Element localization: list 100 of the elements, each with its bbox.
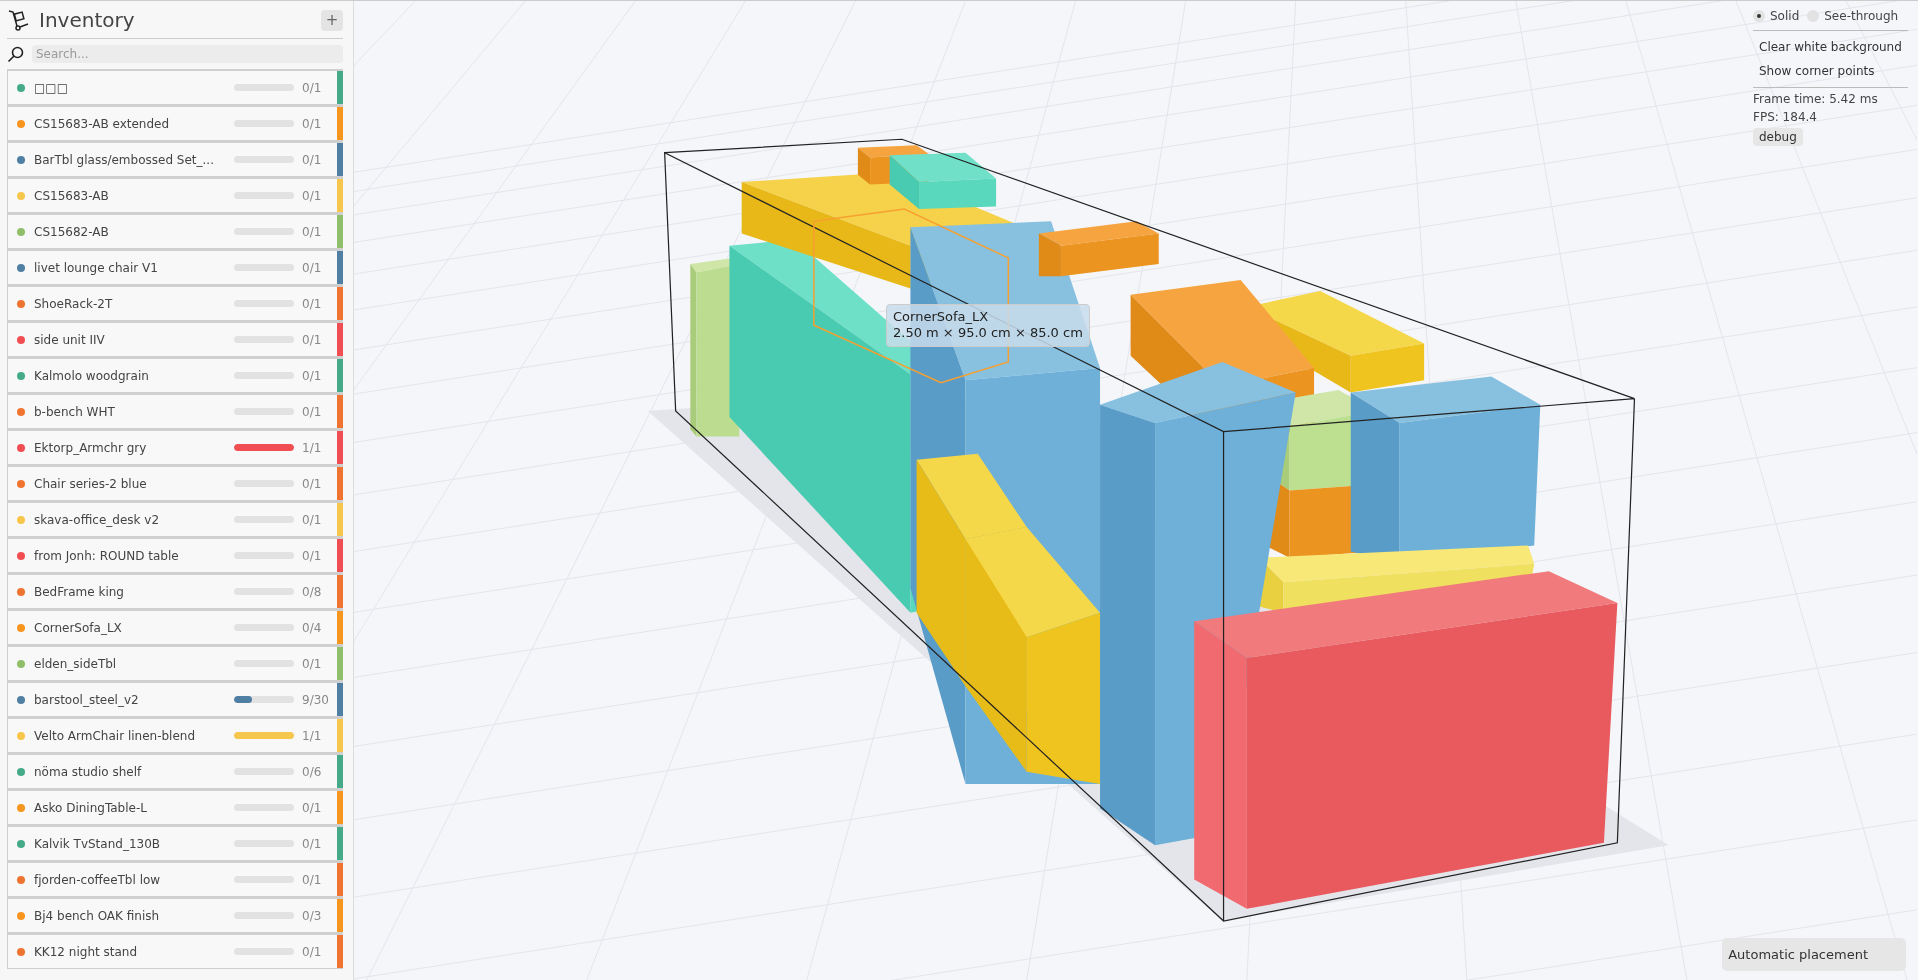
item-name: Kalmolo woodgrain [34, 368, 150, 383]
stat-text: Frame time: 5.42 ms [1753, 92, 1879, 106]
tooltip-dimensions: 2.50 m × 95.0 cm × 85.0 cm [893, 325, 1083, 342]
color-strip [337, 935, 343, 968]
inventory-item[interactable]: Asko DiningTable-L 0/1 [7, 789, 343, 825]
inventory-item[interactable]: CS15682-AB 0/1 [7, 213, 343, 249]
item-name: CornerSofa_LX [34, 620, 123, 635]
color-strip [337, 755, 343, 788]
color-strip [337, 359, 343, 392]
item-name: ShoeRack-2T [34, 296, 114, 311]
inventory-item[interactable]: Chair series-2 blue 0/1 [7, 465, 343, 501]
inventory-item[interactable]: Velto ArmChair linen-blend 1/1 [7, 717, 343, 753]
item-count: 0/1 [302, 368, 323, 383]
item-name: □□□ [34, 80, 69, 95]
inventory-item[interactable]: KK12 night stand 0/1 [7, 933, 343, 969]
view-mode-radio[interactable]: Solid [1753, 9, 1800, 23]
item-name: barstool_steel_v2 [34, 692, 140, 707]
item-name: Ektorp_Armchr gry [34, 440, 148, 455]
item-count: 1/1 [302, 728, 323, 743]
inventory-item[interactable]: BedFrame king 0/8 [7, 573, 343, 609]
color-strip [337, 539, 343, 572]
inventory-item[interactable]: ShoeRack-2T 0/1 [7, 285, 343, 321]
color-strip [337, 647, 343, 680]
inventory-item[interactable]: BarTbl glass/embossed Set_... 0/1 [7, 141, 343, 177]
item-name: Bj4 bench OAK finish [34, 908, 161, 923]
color-strip [337, 143, 343, 176]
item-name: Kalvik TvStand_130B [34, 836, 161, 851]
item-count: 0/1 [302, 548, 323, 563]
item-count: 0/1 [302, 476, 323, 491]
inventory-item[interactable]: skava-office_desk v2 0/1 [7, 501, 343, 537]
inventory-item[interactable]: livet lounge chair V1 0/1 [7, 249, 343, 285]
item-name: Velto ArmChair linen-blend [34, 728, 197, 743]
color-strip [337, 611, 343, 644]
item-name: CS15683-AB [34, 188, 110, 203]
item-count: 0/1 [302, 800, 323, 815]
add-button[interactable]: + [321, 9, 343, 31]
inventory-item[interactable]: nöma studio shelf 0/6 [7, 753, 343, 789]
color-strip [337, 179, 343, 212]
option-button[interactable]: Show corner points [1753, 60, 1881, 82]
search-icon [7, 45, 24, 63]
inventory-item[interactable]: fjorden-coffeeTbl low 0/1 [7, 861, 343, 897]
item-name: KK12 night stand [34, 944, 139, 959]
color-strip [337, 899, 343, 932]
item-count: 0/1 [302, 836, 323, 851]
color-strip [337, 215, 343, 248]
inventory-item[interactable]: CornerSofa_LX 0/4 [7, 609, 343, 645]
color-strip [337, 791, 343, 824]
item-name: b-bench WHT [34, 404, 116, 419]
color-strip [337, 467, 343, 500]
inventory-item[interactable]: Bj4 bench OAK finish 0/3 [7, 897, 343, 933]
item-count: 1/1 [302, 440, 323, 455]
inventory-item[interactable]: b-bench WHT 0/1 [7, 393, 343, 429]
inventory-item[interactable]: CS15683-AB extended 0/1 [7, 105, 343, 141]
item-count: 0/6 [302, 764, 323, 779]
debug-button[interactable]: debug [1753, 128, 1803, 146]
item-count: 0/1 [302, 260, 323, 275]
inventory-item[interactable]: side unit IIV 0/1 [7, 321, 343, 357]
item-count: 0/1 [302, 872, 323, 887]
inventory-item[interactable]: Ektorp_Armchr gry 1/1 [7, 429, 343, 465]
item-name: from Jonh: ROUND table [34, 548, 180, 563]
tooltip-title: CornerSofa_LX [893, 309, 990, 326]
item-name: Asko DiningTable-L [34, 800, 148, 815]
item-count: 0/1 [302, 80, 323, 95]
inventory-item[interactable]: □□□ 0/1 [7, 69, 343, 105]
inventory-item[interactable]: from Jonh: ROUND table 0/1 [7, 537, 343, 573]
color-strip [337, 395, 343, 428]
item-count: 0/4 [302, 620, 323, 635]
view-mode-radio[interactable]: See-through [1807, 9, 1899, 23]
item-count: 0/1 [302, 656, 323, 671]
item-count: 0/1 [302, 152, 323, 167]
inventory-item[interactable]: elden_sideTbl 0/1 [7, 645, 343, 681]
item-name: nöma studio shelf [34, 764, 143, 779]
color-strip [337, 323, 343, 356]
item-name: fjorden-coffeeTbl low [34, 872, 162, 887]
item-count: 0/1 [302, 188, 323, 203]
color-strip [337, 719, 343, 752]
color-strip [337, 863, 343, 896]
item-count: 0/1 [302, 512, 323, 527]
color-strip [337, 827, 343, 860]
option-button[interactable]: Clear white background [1753, 36, 1908, 58]
automatic-placement-button[interactable]: Automatic placement [1722, 938, 1906, 971]
inventory-item[interactable]: barstool_steel_v2 9/30 [7, 681, 343, 717]
color-strip [337, 431, 343, 464]
inventory-item[interactable]: Kalvik TvStand_130B 0/1 [7, 825, 343, 861]
color-strip [337, 287, 343, 320]
color-strip [337, 503, 343, 536]
item-name: Chair series-2 blue [34, 476, 148, 491]
item-name: elden_sideTbl [34, 656, 118, 671]
item-name: CS15683-AB extended [34, 116, 171, 131]
color-strip [337, 683, 343, 716]
inventory-item[interactable]: Kalmolo woodgrain 0/1 [7, 357, 343, 393]
hand-truck-icon [7, 8, 31, 32]
search-field[interactable]: Search... [32, 45, 343, 63]
inventory-item[interactable]: CS15683-AB 0/1 [7, 177, 343, 213]
sidebar-title: Inventory [39, 8, 136, 32]
item-name: BedFrame king [34, 584, 125, 599]
item-count: 0/1 [302, 332, 323, 347]
item-count: 0/1 [302, 404, 323, 419]
stat-text: FPS: 184.4 [1753, 110, 1818, 124]
item-count: 0/1 [302, 296, 323, 311]
